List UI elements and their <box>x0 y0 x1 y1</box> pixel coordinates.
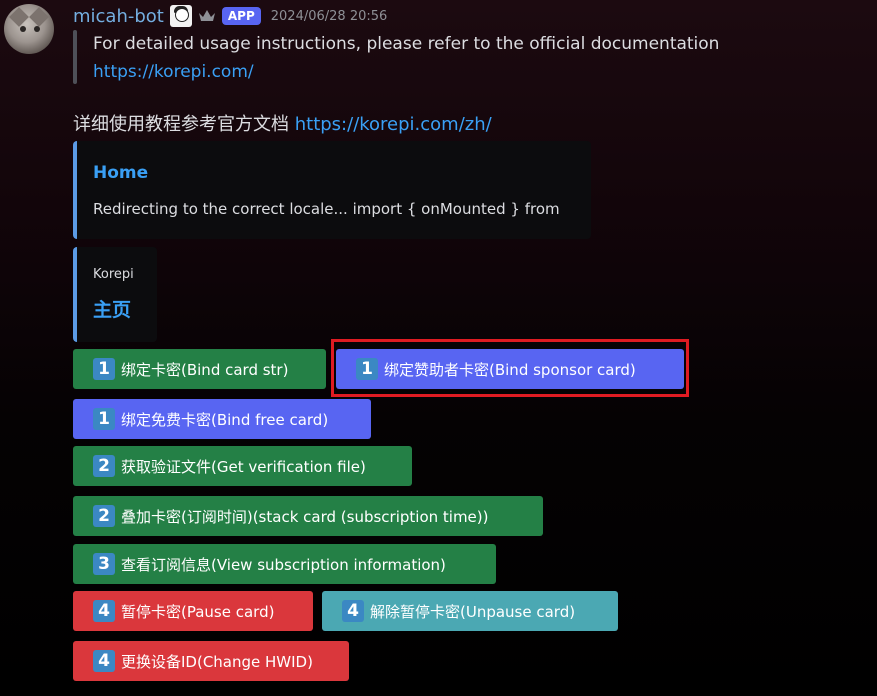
quote-bar <box>73 30 77 84</box>
button-label: 获取验证文件(Get verification file) <box>121 457 366 476</box>
keycap-4-icon: 4 <box>93 600 115 622</box>
keycap-2-icon: 2 <box>93 505 115 527</box>
view-subscription-button[interactable]: 3 查看订阅信息(View subscription information) <box>73 544 496 584</box>
keycap-1-icon: 1 <box>93 408 115 430</box>
stack-card-button[interactable]: 2 叠加卡密(订阅时间)(stack card (subscription ti… <box>73 496 543 536</box>
username[interactable]: micah-bot <box>73 6 164 27</box>
bind-free-card-button[interactable]: 1 绑定免费卡密(Bind free card) <box>73 399 371 439</box>
anime-badge-icon <box>169 5 192 27</box>
timestamp: 2024/06/28 20:56 <box>270 8 388 24</box>
button-label: 更换设备ID(Change HWID) <box>121 652 313 671</box>
keycap-1-icon: 1 <box>93 358 115 380</box>
embed-korepi: Korepi 主页 <box>73 247 157 342</box>
change-hwid-button[interactable]: 4 更换设备ID(Change HWID) <box>73 641 349 681</box>
zh-text: 详细使用教程参考官方文档 <box>73 114 295 135</box>
keycap-2-icon: 2 <box>93 455 115 477</box>
zh-docs-link[interactable]: https://korepi.com/zh/ <box>295 114 492 135</box>
button-label: 解除暂停卡密(Unpause card) <box>370 602 576 621</box>
quote-block: For detailed usage instructions, please … <box>93 30 719 86</box>
app-badge: APP <box>221 7 261 25</box>
keycap-4-icon: 4 <box>93 650 115 672</box>
embed-provider: Korepi <box>93 267 134 282</box>
keycap-3-icon: 3 <box>93 553 115 575</box>
button-label: 绑定卡密(Bind card str) <box>121 360 289 379</box>
pause-card-button[interactable]: 4 暂停卡密(Pause card) <box>73 591 313 631</box>
button-label: 绑定免费卡密(Bind free card) <box>121 410 329 429</box>
docs-link[interactable]: https://korepi.com/ <box>93 62 254 82</box>
embed-title[interactable]: Home <box>93 163 148 183</box>
unpause-card-button[interactable]: 4 解除暂停卡密(Unpause card) <box>322 591 618 631</box>
get-verification-file-button[interactable]: 2 获取验证文件(Get verification file) <box>73 446 412 486</box>
quote-line: For detailed usage instructions, please … <box>93 34 720 54</box>
bind-card-button[interactable]: 1 绑定卡密(Bind card str) <box>73 349 326 389</box>
embed-home: Home Redirecting to the correct locale..… <box>73 141 591 239</box>
embed-description: Redirecting to the correct locale... imp… <box>93 200 560 218</box>
message-header: micah-bot APP 2024/06/28 20:56 <box>73 3 387 29</box>
avatar[interactable] <box>4 4 54 54</box>
button-label: 查看订阅信息(View subscription information) <box>121 555 446 574</box>
button-label: 叠加卡密(订阅时间)(stack card (subscription time… <box>121 507 489 526</box>
button-label: 暂停卡密(Pause card) <box>121 602 275 621</box>
zh-line: 详细使用教程参考官方文档 https://korepi.com/zh/ <box>73 111 492 139</box>
embed-title[interactable]: 主页 <box>93 295 131 322</box>
keycap-4-icon: 4 <box>342 600 364 622</box>
highlight-box <box>331 339 689 397</box>
crown-icon <box>198 10 215 21</box>
